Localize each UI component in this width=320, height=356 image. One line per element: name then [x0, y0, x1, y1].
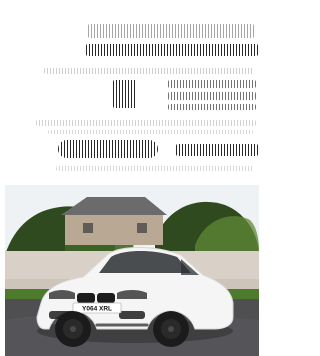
scan-line-faint-1: [44, 68, 254, 74]
scan-line-faint-3: [48, 130, 253, 134]
house-window-2: [137, 223, 147, 233]
wheel-rear: [153, 311, 189, 347]
scan-line-faint-2: [36, 120, 256, 126]
scan-block-right-3: [168, 104, 256, 110]
page: Y064 XRL: [0, 0, 259, 356]
wheel-front: [55, 311, 91, 347]
scan-block-right-2: [168, 92, 256, 100]
scanline-text-region: [0, 0, 259, 185]
scan-line-subtitle: [86, 44, 258, 56]
scan-line-title: [88, 24, 254, 38]
scan-line-right: [176, 144, 258, 156]
scan-line-faint-4: [56, 166, 254, 171]
car-grille-right: [97, 293, 115, 303]
car-vent-right: [119, 311, 145, 319]
license-plate-text: Y064 XRL: [82, 306, 112, 313]
house-wall: [65, 213, 163, 245]
scan-block-left: [113, 80, 137, 108]
car-photo: Y064 XRL: [5, 185, 259, 356]
car-headlight-right: [117, 290, 147, 299]
scan-oval-mark: [58, 140, 158, 158]
house-window-1: [83, 223, 93, 233]
scan-block-right-1: [168, 80, 256, 88]
car-grille-left: [77, 293, 95, 303]
